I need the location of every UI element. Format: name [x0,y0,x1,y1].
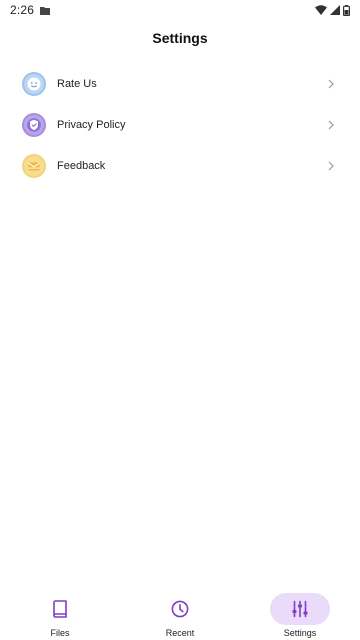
sliders-icon [292,600,308,617]
status-right [315,4,350,16]
nav-pill [150,593,210,625]
wifi-icon [315,5,327,15]
settings-item-rate-us[interactable]: Rate Us [0,63,360,104]
folder-icon [40,6,51,15]
settings-item-label: Rate Us [57,77,97,90]
nav-item-files[interactable]: Files [5,592,115,640]
settings-item-privacy-policy[interactable]: Privacy Policy [0,104,360,145]
page-title: Settings [152,30,208,46]
chevron-right-icon [328,120,334,129]
settings-item-label: Feedback [57,159,106,172]
battery-icon [343,4,350,16]
chevron-right-icon [328,79,334,88]
settings-list: Rate Us Privacy Policy Feedback [0,63,360,186]
nav-pill-active [270,592,330,625]
status-time: 2:26 [10,3,35,17]
nav-label: Files [50,627,70,638]
nav-item-recent[interactable]: Recent [125,592,235,640]
bottom-nav: Files Recent Settings [0,592,360,640]
nav-pill [30,593,90,625]
settings-item-feedback[interactable]: Feedback [0,145,360,186]
settings-item-label: Privacy Policy [57,118,126,131]
smiley-icon [22,71,46,96]
status-bar: 2:26 [0,0,360,20]
signal-icon [330,5,340,15]
status-left: 2:26 [10,3,51,17]
chevron-right-icon [328,161,334,170]
shield-check-icon [22,112,46,137]
nav-label: Recent [165,627,195,638]
nav-item-settings[interactable]: Settings [245,592,355,640]
nav-label: Settings [283,627,317,638]
envelope-icon [22,153,46,178]
clock-icon [171,600,189,617]
book-icon [53,599,67,618]
